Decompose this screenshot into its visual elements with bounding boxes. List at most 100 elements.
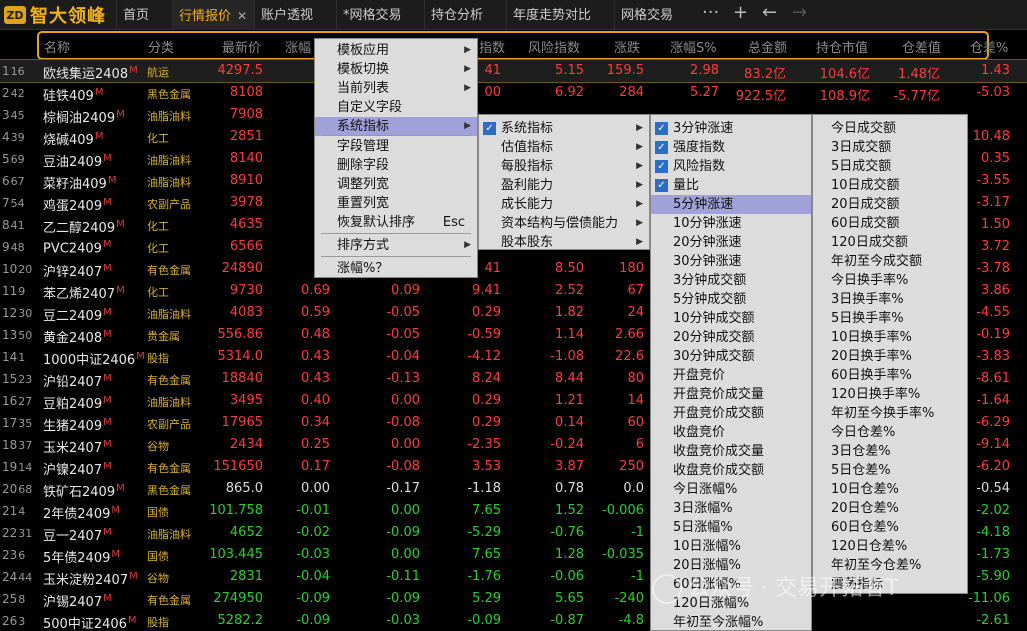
- menu2-item-3[interactable]: 每股指标 ▶: [479, 157, 649, 176]
- menu4-item-3[interactable]: 5日成交额: [813, 157, 967, 176]
- menu4-item-1[interactable]: 今日成交额: [813, 119, 967, 138]
- more-icon[interactable]: ···: [702, 2, 719, 23]
- menu4-item-22[interactable]: 60日仓差%: [813, 518, 967, 537]
- menu4-item-7[interactable]: 120日成交额: [813, 233, 967, 252]
- menu3-item-27[interactable]: 年初至今涨幅%: [651, 613, 811, 631]
- menu4-item-18[interactable]: 3日仓差%: [813, 442, 967, 461]
- tab-quotes[interactable]: 行情报价 ✕: [172, 0, 254, 30]
- menu3-item-23[interactable]: 10日涨幅%: [651, 537, 811, 556]
- menu4-item-23[interactable]: 120日仓差%: [813, 537, 967, 556]
- checkbox-checked-icon[interactable]: ✓: [483, 122, 496, 135]
- menu3-item-15[interactable]: 开盘竞价成交量: [651, 385, 811, 404]
- forward-icon[interactable]: →: [792, 2, 807, 23]
- tab-annual-trend[interactable]: 年度走势对比: [506, 0, 614, 30]
- column-header-3[interactable]: 最新价: [222, 37, 261, 56]
- menu4-item-4[interactable]: 10日成交额: [813, 176, 967, 195]
- column-header-13[interactable]: 仓差值: [902, 37, 941, 56]
- menu4-item-19[interactable]: 5日仓差%: [813, 461, 967, 480]
- menu3-item-6[interactable]: 10分钟涨速: [651, 214, 811, 233]
- menu4-item-8[interactable]: 年初至今成交额: [813, 252, 967, 271]
- tab-grid-trading[interactable]: 网格交易: [614, 0, 694, 30]
- menu4-item-2[interactable]: 3日成交额: [813, 138, 967, 157]
- menu3-item-4[interactable]: 量比 ✓: [651, 176, 811, 195]
- menu3-item-10[interactable]: 5分钟成交额: [651, 290, 811, 309]
- menu3-item-14[interactable]: 开盘竞价: [651, 366, 811, 385]
- menu1-item-6[interactable]: 字段管理: [315, 137, 477, 156]
- menu1-item-9[interactable]: 重置列宽: [315, 194, 477, 213]
- tab-grid-trading-unsaved[interactable]: *网格交易: [336, 0, 424, 30]
- menu3-item-13[interactable]: 30分钟成交额: [651, 347, 811, 366]
- menu3-item-16[interactable]: 开盘竞价成交额: [651, 404, 811, 423]
- column-header-10[interactable]: 涨幅S%: [670, 37, 717, 56]
- menu3-item-19[interactable]: 收盘竞价成交额: [651, 461, 811, 480]
- menu4-item-5[interactable]: 20日成交额: [813, 195, 967, 214]
- tab-home[interactable]: 首页: [116, 0, 172, 30]
- strength-index: 00: [484, 85, 501, 100]
- tab-position-analysis[interactable]: 持仓分析: [424, 0, 506, 30]
- table-row[interactable]: 242硅铁409M黑色金属81083.006.922845.27922.5亿10…: [0, 82, 1027, 104]
- menu4-item-15[interactable]: 120日换手率%: [813, 385, 967, 404]
- column-header-1[interactable]: 名称: [44, 37, 70, 56]
- tab-account-view[interactable]: 账户透视: [254, 0, 336, 30]
- checkbox-checked-icon[interactable]: ✓: [655, 122, 668, 135]
- menu1-item-5[interactable]: 系统指标 ▶: [315, 117, 477, 136]
- menu3-item-2[interactable]: 强度指数 ✓: [651, 138, 811, 157]
- menu1-item-7[interactable]: 删除字段: [315, 156, 477, 175]
- menu2-item-4[interactable]: 盈利能力 ▶: [479, 176, 649, 195]
- column-header-11[interactable]: 总金额: [748, 37, 787, 56]
- menu1-item-3[interactable]: 当前列表 ▶: [315, 79, 477, 98]
- menu4-item-6[interactable]: 60日成交额: [813, 214, 967, 233]
- column-header-9[interactable]: 涨跌: [614, 37, 640, 56]
- column-header-2[interactable]: 分类: [148, 37, 174, 56]
- menu1-item-1[interactable]: 模板应用 ▶: [315, 41, 477, 60]
- column-header-8[interactable]: 风险指数: [528, 37, 580, 56]
- checkbox-checked-icon[interactable]: ✓: [655, 160, 668, 173]
- column-header-14[interactable]: 仓差%: [970, 37, 1008, 56]
- menu3-item-3[interactable]: 风险指数 ✓: [651, 157, 811, 176]
- menu1-item-11[interactable]: 排序方式 ▶: [315, 236, 477, 255]
- column-header-12[interactable]: 持仓市值: [816, 37, 868, 56]
- menu4-item-13[interactable]: 20日换手率%: [813, 347, 967, 366]
- menu3-item-7[interactable]: 20分钟涨速: [651, 233, 811, 252]
- row-subindex: 37: [18, 439, 33, 452]
- menu4-item-10[interactable]: 3日换手率%: [813, 290, 967, 309]
- menu1-item-12[interactable]: 涨幅%？: [315, 259, 477, 278]
- menu3-item-18[interactable]: 收盘竞价成交量: [651, 442, 811, 461]
- menu4-item-11[interactable]: 5日换手率%: [813, 309, 967, 328]
- menu3-item-22[interactable]: 5日涨幅%: [651, 518, 811, 537]
- menu4-item-20[interactable]: 10日仓差%: [813, 480, 967, 499]
- menu4-item-21[interactable]: 20日仓差%: [813, 499, 967, 518]
- checkbox-checked-icon[interactable]: ✓: [655, 179, 668, 192]
- menu1-item-10[interactable]: 恢复默认排序 Esc: [315, 213, 477, 232]
- table-row[interactable]: 263 500中证2406M 股指 5282.2 -0.09 -0.03 -0.09 -0.8…: [0, 610, 1027, 631]
- column-header-4[interactable]: 涨幅: [285, 37, 311, 56]
- back-icon[interactable]: ←: [762, 2, 777, 23]
- menu1-item-4[interactable]: 自定义字段: [315, 98, 477, 117]
- menu3-item-17[interactable]: 收盘竞价: [651, 423, 811, 442]
- checkbox-checked-icon[interactable]: ✓: [655, 141, 668, 154]
- table-row[interactable]: 116欧线集运2408M航运4297.53.415.15159.52.9883.…: [0, 59, 1027, 83]
- menu4-item-9[interactable]: 今日换手率%: [813, 271, 967, 290]
- add-tab-icon[interactable]: +: [733, 2, 748, 23]
- close-icon[interactable]: ✕: [237, 9, 247, 23]
- menu2-item-7[interactable]: 股本股东 ▶: [479, 233, 649, 252]
- menu4-item-14[interactable]: 60日换手率%: [813, 366, 967, 385]
- column-header-partial[interactable]: 指数: [479, 37, 505, 56]
- menu2-item-1[interactable]: 系统指标 ✓ ▶: [479, 119, 649, 138]
- menu4-item-12[interactable]: 10日换手率%: [813, 328, 967, 347]
- menu1-item-2[interactable]: 模板切换 ▶: [315, 60, 477, 79]
- menu1-item-8[interactable]: 调整列宽: [315, 175, 477, 194]
- menu3-item-11[interactable]: 10分钟成交额: [651, 309, 811, 328]
- menu2-item-2[interactable]: 估值指标 ▶: [479, 138, 649, 157]
- menu3-item-9[interactable]: 3分钟成交额: [651, 271, 811, 290]
- menu2-item-6[interactable]: 资本结构与偿债能力 ▶: [479, 214, 649, 233]
- menu3-item-12[interactable]: 20分钟成交额: [651, 328, 811, 347]
- menu3-item-1[interactable]: 3分钟涨速 ✓: [651, 119, 811, 138]
- menu3-item-5[interactable]: 5分钟涨速: [651, 195, 811, 214]
- menu2-item-5[interactable]: 成长能力 ▶: [479, 195, 649, 214]
- menu3-item-20[interactable]: 今日涨幅%: [651, 480, 811, 499]
- menu4-item-16[interactable]: 年初至今换手率%: [813, 404, 967, 423]
- menu3-item-21[interactable]: 3日涨幅%: [651, 499, 811, 518]
- menu3-item-8[interactable]: 30分钟涨速: [651, 252, 811, 271]
- menu4-item-17[interactable]: 今日仓差%: [813, 423, 967, 442]
